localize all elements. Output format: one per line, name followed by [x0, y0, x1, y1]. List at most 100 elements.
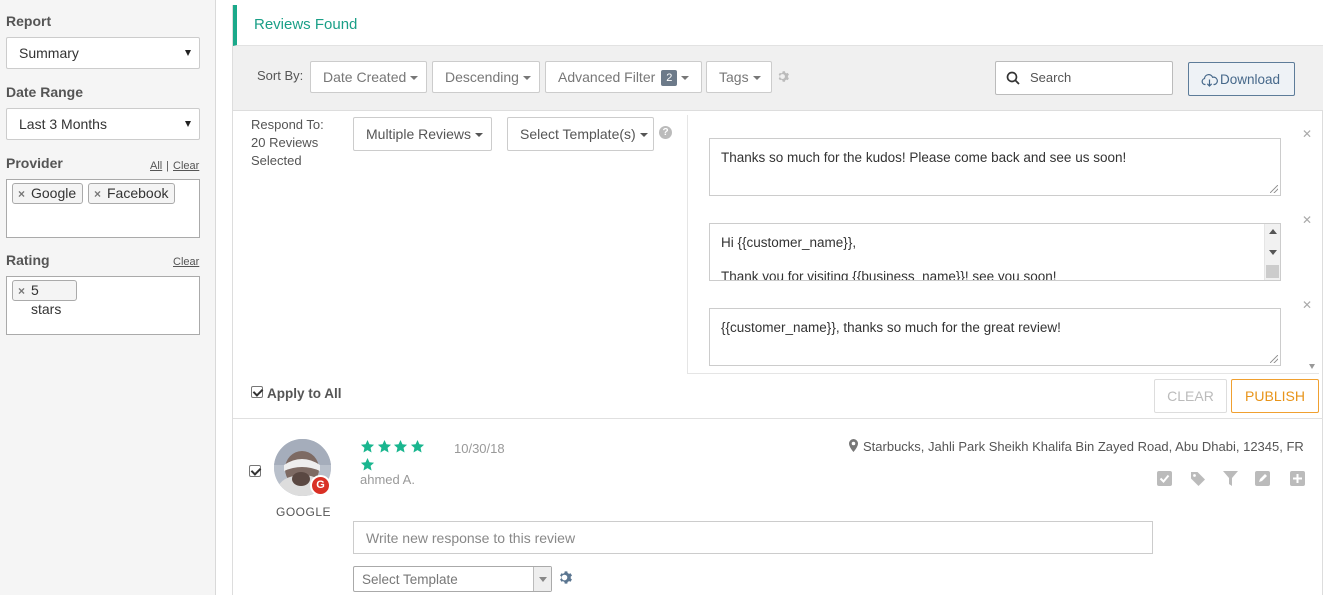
- rating-chip-label: 5 stars: [31, 282, 62, 317]
- resize-grip-icon[interactable]: [1270, 355, 1278, 363]
- sort-order-label: Descending: [445, 69, 519, 85]
- star-icon: [360, 457, 375, 471]
- sidebar: Report Summary Date Range Last 3 Months …: [0, 0, 216, 595]
- download-label: Download: [1220, 72, 1281, 87]
- template-textarea[interactable]: {{customer_name}}, thanks so much for th…: [709, 308, 1281, 366]
- help-icon[interactable]: ?: [659, 126, 672, 139]
- remove-icon[interactable]: ×: [94, 185, 101, 204]
- check-square-icon[interactable]: [1157, 471, 1172, 486]
- multiple-reviews-dropdown[interactable]: Multiple Reviews: [353, 117, 492, 151]
- report-label: Report: [6, 13, 52, 29]
- select-template-label: Select Template: [362, 572, 458, 587]
- gear-icon[interactable]: [776, 70, 789, 83]
- multiple-reviews-label: Multiple Reviews: [366, 126, 472, 142]
- remove-icon[interactable]: ×: [18, 185, 25, 204]
- date-range-select[interactable]: Last 3 Months: [6, 108, 200, 140]
- sort-order-dropdown[interactable]: Descending: [432, 61, 540, 93]
- edit-icon[interactable]: [1255, 471, 1270, 486]
- response-input[interactable]: Write new response to this review: [353, 521, 1153, 554]
- apply-to-all-checkbox[interactable]: [251, 386, 263, 398]
- select-templates-dropdown[interactable]: Select Template(s): [507, 117, 654, 151]
- selected-label: Selected: [251, 153, 302, 168]
- rating-chip: × 5 stars: [12, 280, 77, 317]
- caret-down-icon: [752, 76, 761, 81]
- divider: [233, 418, 1323, 419]
- advanced-filter-dropdown[interactable]: Advanced Filter 2: [545, 61, 702, 93]
- apply-to-all-label: Apply to All: [267, 386, 342, 401]
- remove-icon[interactable]: ×: [18, 282, 25, 301]
- search-placeholder: Search: [1030, 70, 1072, 85]
- caret-down-icon: [639, 133, 648, 138]
- star-icon: [360, 439, 375, 453]
- review-location: Starbucks, Jahli Park Sheikh Khalifa Bin…: [863, 439, 1304, 454]
- caret-down-icon: [410, 76, 419, 81]
- date-range-select-value: Last 3 Months: [19, 116, 107, 132]
- download-button[interactable]: Download: [1188, 62, 1295, 96]
- provider-chip-label: Google: [31, 185, 77, 201]
- rating-tag-input[interactable]: × 5 stars: [6, 276, 200, 335]
- chevron-down-icon: [539, 577, 547, 582]
- chevron-down-icon: [185, 50, 191, 56]
- clear-button[interactable]: CLEAR: [1154, 379, 1227, 413]
- provider-all-link[interactable]: All: [150, 160, 162, 172]
- template-textarea[interactable]: Hi {{customer_name}}, Thank you for visi…: [709, 223, 1281, 281]
- provider-chip: × Google: [12, 183, 83, 204]
- template-responses-panel: ✕ Thanks so much for the kudos! Please c…: [687, 115, 1319, 374]
- resize-grip-icon[interactable]: [1270, 185, 1278, 193]
- search-input[interactable]: Search: [995, 61, 1173, 95]
- provider-name: GOOGLE: [276, 505, 332, 519]
- star-icon: [410, 439, 424, 453]
- report-select-value: Summary: [19, 45, 79, 61]
- select-templates-label: Select Template(s): [520, 126, 636, 142]
- template-textarea[interactable]: Thanks so much for the kudos! Please com…: [709, 138, 1281, 196]
- publish-button[interactable]: PUBLISH: [1231, 379, 1319, 413]
- response-placeholder: Write new response to this review: [366, 530, 576, 546]
- template-text-line: Thank you for visiting {{business_name}}…: [721, 269, 1057, 281]
- resize-grip-icon[interactable]: [1266, 265, 1279, 278]
- scroll-up-icon[interactable]: [1269, 229, 1277, 234]
- remove-template-icon[interactable]: ✕: [1302, 213, 1312, 227]
- provider-link-separator: |: [166, 160, 169, 172]
- select-template-dropdown[interactable]: Select Template: [353, 566, 552, 592]
- advanced-filter-label: Advanced Filter: [558, 69, 656, 85]
- provider-clear-link[interactable]: Clear: [173, 160, 199, 172]
- toolbar: Sort By: Date Created Descending Advance…: [233, 46, 1323, 111]
- remove-template-icon[interactable]: ✕: [1302, 127, 1312, 141]
- star-icon: [377, 439, 391, 453]
- sort-by-label: Sort By:: [257, 68, 304, 83]
- panel-scroll-down-icon[interactable]: [1309, 364, 1315, 369]
- template-text-line: Thanks so much for the kudos! Please com…: [721, 150, 1127, 165]
- cloud-download-icon: [1201, 73, 1218, 87]
- rating-clear-link[interactable]: Clear: [173, 256, 199, 268]
- scroll-down-icon[interactable]: [1269, 250, 1277, 255]
- reviewer-name: ahmed A.: [360, 472, 415, 487]
- title-bar: Reviews Found: [233, 5, 1323, 46]
- tags-label: Tags: [719, 69, 749, 85]
- tag-icon[interactable]: [1190, 471, 1206, 487]
- sort-field-label: Date Created: [323, 69, 407, 85]
- report-select[interactable]: Summary: [6, 37, 200, 69]
- select-template-arrow: [533, 567, 551, 591]
- map-marker-icon: [849, 439, 858, 452]
- chevron-down-icon: [185, 121, 191, 127]
- review-select-checkbox[interactable]: [249, 465, 261, 477]
- rating-label: Rating: [6, 252, 50, 268]
- provider-label: Provider: [6, 155, 63, 171]
- plus-square-icon[interactable]: [1290, 471, 1305, 486]
- provider-chip-label: Facebook: [107, 185, 169, 201]
- template-settings-gear-icon[interactable]: [557, 570, 572, 585]
- provider-tag-input[interactable]: × Google × Facebook: [6, 179, 200, 238]
- filter-icon[interactable]: [1223, 471, 1238, 486]
- google-badge-icon: G: [310, 475, 331, 496]
- remove-template-icon[interactable]: ✕: [1302, 298, 1312, 312]
- main-panel: Reviews Found Sort By: Date Created Desc…: [232, 5, 1323, 595]
- sort-field-dropdown[interactable]: Date Created: [310, 61, 427, 93]
- review-date: 10/30/18: [454, 441, 505, 456]
- search-icon: [1006, 71, 1020, 85]
- respond-to-label: Respond To:: [251, 117, 324, 132]
- tags-dropdown[interactable]: Tags: [706, 61, 772, 93]
- textarea-scrollbar[interactable]: [1264, 224, 1280, 280]
- provider-chip: × Facebook: [88, 183, 175, 204]
- caret-down-icon: [681, 76, 690, 81]
- date-range-label: Date Range: [6, 84, 84, 100]
